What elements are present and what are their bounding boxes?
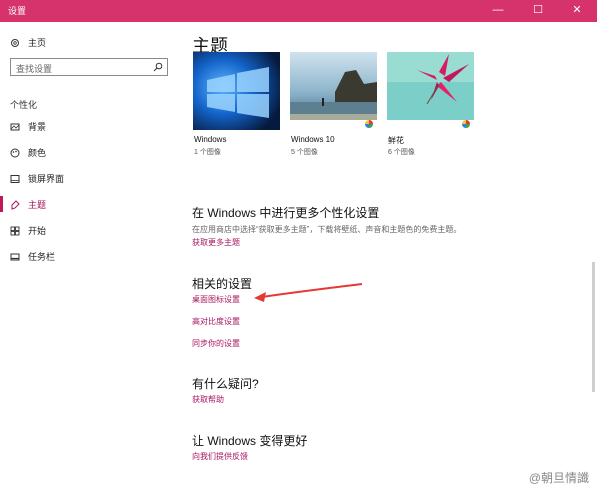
theme-name: Windows bbox=[194, 135, 227, 144]
sidebar-item-label: 颜色 bbox=[28, 148, 47, 158]
main-content: 主题 Windows 1 个图像 Windows 10 5 个图像 鲜花 6 个… bbox=[180, 22, 597, 500]
sidebar-item-lock-screen[interactable]: 锁屏界面 bbox=[10, 172, 64, 185]
taskbar-icon bbox=[10, 253, 20, 260]
watermark: @朝旦情讖 bbox=[528, 471, 589, 485]
theme-card-flowers[interactable]: 鲜花 6 个图像 bbox=[387, 52, 474, 156]
get-help-link[interactable]: 获取帮助 bbox=[192, 394, 224, 405]
close-button[interactable]: ✕ bbox=[557, 0, 597, 22]
feedback-link[interactable]: 向我们提供反馈 bbox=[192, 451, 248, 462]
scrollbar[interactable] bbox=[592, 262, 595, 392]
theme-card-windows-10[interactable]: Windows 10 5 个图像 bbox=[290, 52, 377, 156]
more-personalization-heading: 在 Windows 中进行更多个性化设置 bbox=[192, 206, 380, 220]
active-indicator bbox=[0, 196, 3, 212]
theme-thumbnail bbox=[193, 52, 280, 130]
sidebar-item-label: 开始 bbox=[28, 226, 47, 236]
search-input[interactable]: 查找设置 bbox=[10, 58, 168, 76]
sidebar-item-colors[interactable]: 颜色 bbox=[10, 146, 46, 159]
search-icon bbox=[153, 62, 163, 72]
section-label: 个性化 bbox=[10, 100, 38, 110]
sidebar-item-label: 主题 bbox=[28, 200, 47, 210]
sidebar-item-label: 锁屏界面 bbox=[28, 174, 65, 184]
theme-count: 6 个图像 bbox=[388, 149, 415, 156]
sidebar-item-label: 主页 bbox=[28, 38, 47, 48]
sync-settings-link[interactable]: 同步你的设置 bbox=[192, 338, 240, 349]
sidebar-item-taskbar[interactable]: 任务栏 bbox=[10, 250, 55, 263]
theme-thumbnail bbox=[290, 52, 377, 130]
window-title: 设置 bbox=[8, 6, 27, 16]
get-more-themes-link[interactable]: 获取更多主题 bbox=[192, 237, 240, 248]
sidebar-item-label: 背景 bbox=[28, 122, 47, 132]
sidebar-item-label: 任务栏 bbox=[28, 252, 56, 262]
sidebar-item-home[interactable]: 主页 bbox=[10, 36, 46, 49]
lock-screen-icon bbox=[10, 174, 20, 183]
start-icon bbox=[10, 226, 20, 235]
theme-name: 鲜花 bbox=[388, 136, 404, 145]
maximize-button[interactable]: ☐ bbox=[518, 0, 558, 22]
theme-card-windows[interactable]: Windows 1 个图像 bbox=[193, 52, 280, 156]
desktop-icon-settings-link[interactable]: 桌面图标设置 bbox=[192, 294, 240, 305]
title-bar: 设置 — ☐ ✕ bbox=[0, 0, 597, 22]
sidebar-item-background[interactable]: 背景 bbox=[10, 120, 46, 133]
more-personalization-desc: 在应用商店中选择“获取更多主题”，下载将壁纸、声音和主题色的免费主题。 bbox=[192, 225, 462, 234]
sidebar-item-start[interactable]: 开始 bbox=[10, 224, 46, 237]
theme-thumbnail bbox=[387, 52, 474, 130]
question-heading: 有什么疑问? bbox=[192, 377, 259, 391]
theme-name: Windows 10 bbox=[291, 135, 335, 144]
brush-icon bbox=[11, 199, 20, 210]
picture-icon bbox=[10, 123, 20, 130]
gear-icon bbox=[11, 38, 19, 47]
feedback-heading: 让 Windows 变得更好 bbox=[192, 434, 308, 448]
search-placeholder: 查找设置 bbox=[16, 64, 53, 74]
theme-count: 5 个图像 bbox=[291, 149, 318, 156]
sidebar: 主页 查找设置 个性化 背景 颜色 锁屏界面 主题 开始 任务栏 bbox=[0, 22, 180, 500]
minimize-button[interactable]: — bbox=[478, 0, 518, 22]
related-settings-heading: 相关的设置 bbox=[192, 277, 253, 291]
sidebar-item-themes[interactable]: 主题 bbox=[10, 198, 46, 211]
theme-count: 1 个图像 bbox=[194, 149, 221, 156]
high-contrast-settings-link[interactable]: 高对比度设置 bbox=[192, 316, 240, 327]
palette-icon bbox=[10, 148, 20, 157]
